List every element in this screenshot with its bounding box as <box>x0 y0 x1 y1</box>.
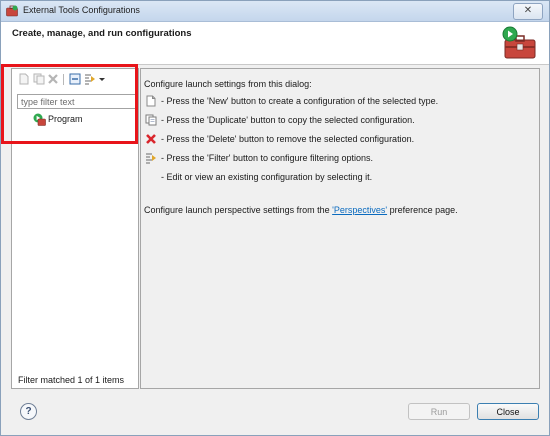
info-line-delete: - Press the 'Delete' button to remove th… <box>161 134 415 144</box>
info-line-new: - Press the 'New' button to create a con… <box>161 96 439 106</box>
dialog-header: Create, manage, and run configurations <box>1 22 549 65</box>
program-run-icon <box>33 113 46 126</box>
info-line-edit: - Edit or view an existing configuration… <box>161 172 373 182</box>
info-panel: Configure launch settings from this dial… <box>140 68 540 389</box>
toolbar-separator <box>63 74 64 85</box>
app-icon <box>6 5 18 17</box>
view-menu-chevron-icon[interactable] <box>98 73 106 85</box>
info-line-filter: - Press the 'Filter' button to configure… <box>161 153 374 163</box>
filter-icon[interactable] <box>84 73 96 85</box>
window-close-button[interactable]: ✕ <box>513 3 543 20</box>
new-config-icon[interactable] <box>18 73 30 85</box>
delete-config-icon <box>146 134 156 144</box>
window-title: External Tools Configurations <box>23 5 140 15</box>
delete-config-icon[interactable] <box>47 73 59 85</box>
close-button[interactable]: Close <box>477 403 539 420</box>
duplicate-config-icon <box>145 114 157 126</box>
configuration-tree-panel: Program Filter matched 1 of 1 items <box>11 68 139 389</box>
toolbox-run-icon <box>502 26 536 59</box>
run-button[interactable]: Run <box>408 403 470 420</box>
help-icon[interactable]: ? <box>20 403 37 420</box>
perspective-suffix: preference page. <box>387 205 458 215</box>
info-line-duplicate: - Press the 'Duplicate' button to copy t… <box>161 115 415 125</box>
perspective-info: Configure launch perspective settings fr… <box>144 205 458 215</box>
dialog-window: External Tools Configurations ✕ Create, … <box>0 0 550 436</box>
perspectives-link[interactable]: 'Perspectives' <box>332 205 387 215</box>
perspective-prefix: Configure launch perspective settings fr… <box>144 205 333 215</box>
filter-status: Filter matched 1 of 1 items <box>18 375 125 385</box>
filter-input[interactable] <box>17 94 138 109</box>
filter-icon <box>146 153 156 164</box>
tree-item-label: Program <box>48 114 83 124</box>
duplicate-config-icon[interactable] <box>33 73 45 85</box>
header-title: Create, manage, and run configurations <box>12 28 192 39</box>
new-config-icon <box>146 95 156 107</box>
info-intro: Configure launch settings from this dial… <box>144 79 312 89</box>
collapse-all-icon[interactable] <box>69 73 81 85</box>
title-bar[interactable]: External Tools Configurations ✕ <box>1 1 549 22</box>
